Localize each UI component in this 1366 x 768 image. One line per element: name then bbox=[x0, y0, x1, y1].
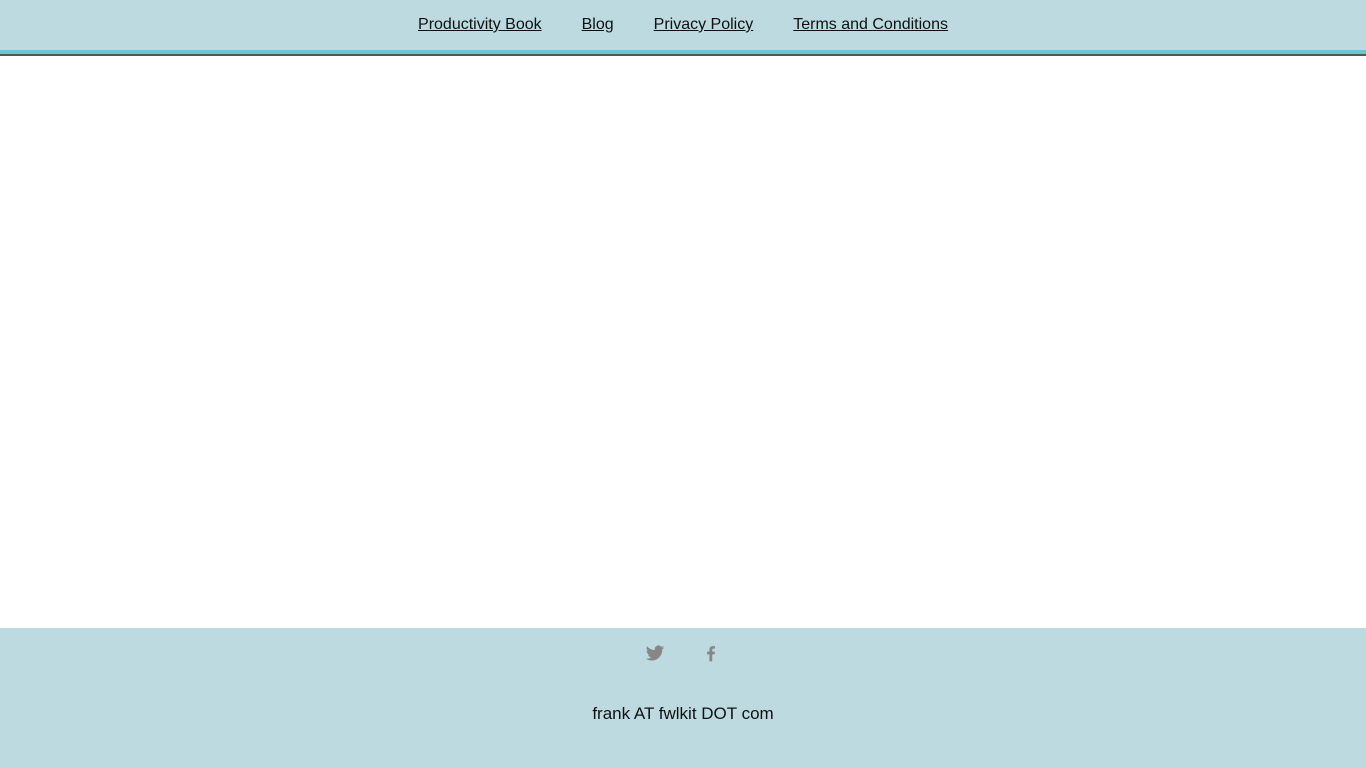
site-header: Productivity Book Blog Privacy Policy Te… bbox=[0, 0, 1366, 50]
contact-email-text: frank AT fwlkit DOT com bbox=[592, 704, 774, 723]
nav-link-blog[interactable]: Blog bbox=[582, 16, 614, 34]
facebook-icon[interactable] bbox=[701, 643, 721, 663]
site-footer: frank AT fwlkit DOT com bbox=[0, 628, 1366, 768]
twitter-icon[interactable] bbox=[645, 643, 665, 663]
nav-link-terms-and-conditions[interactable]: Terms and Conditions bbox=[793, 16, 948, 34]
social-links bbox=[0, 640, 1366, 666]
nav-link-productivity-book[interactable]: Productivity Book bbox=[418, 16, 542, 34]
main-nav: Productivity Book Blog Privacy Policy Te… bbox=[0, 0, 1366, 50]
nav-link-privacy-policy[interactable]: Privacy Policy bbox=[654, 16, 754, 34]
main-content bbox=[0, 56, 1366, 628]
